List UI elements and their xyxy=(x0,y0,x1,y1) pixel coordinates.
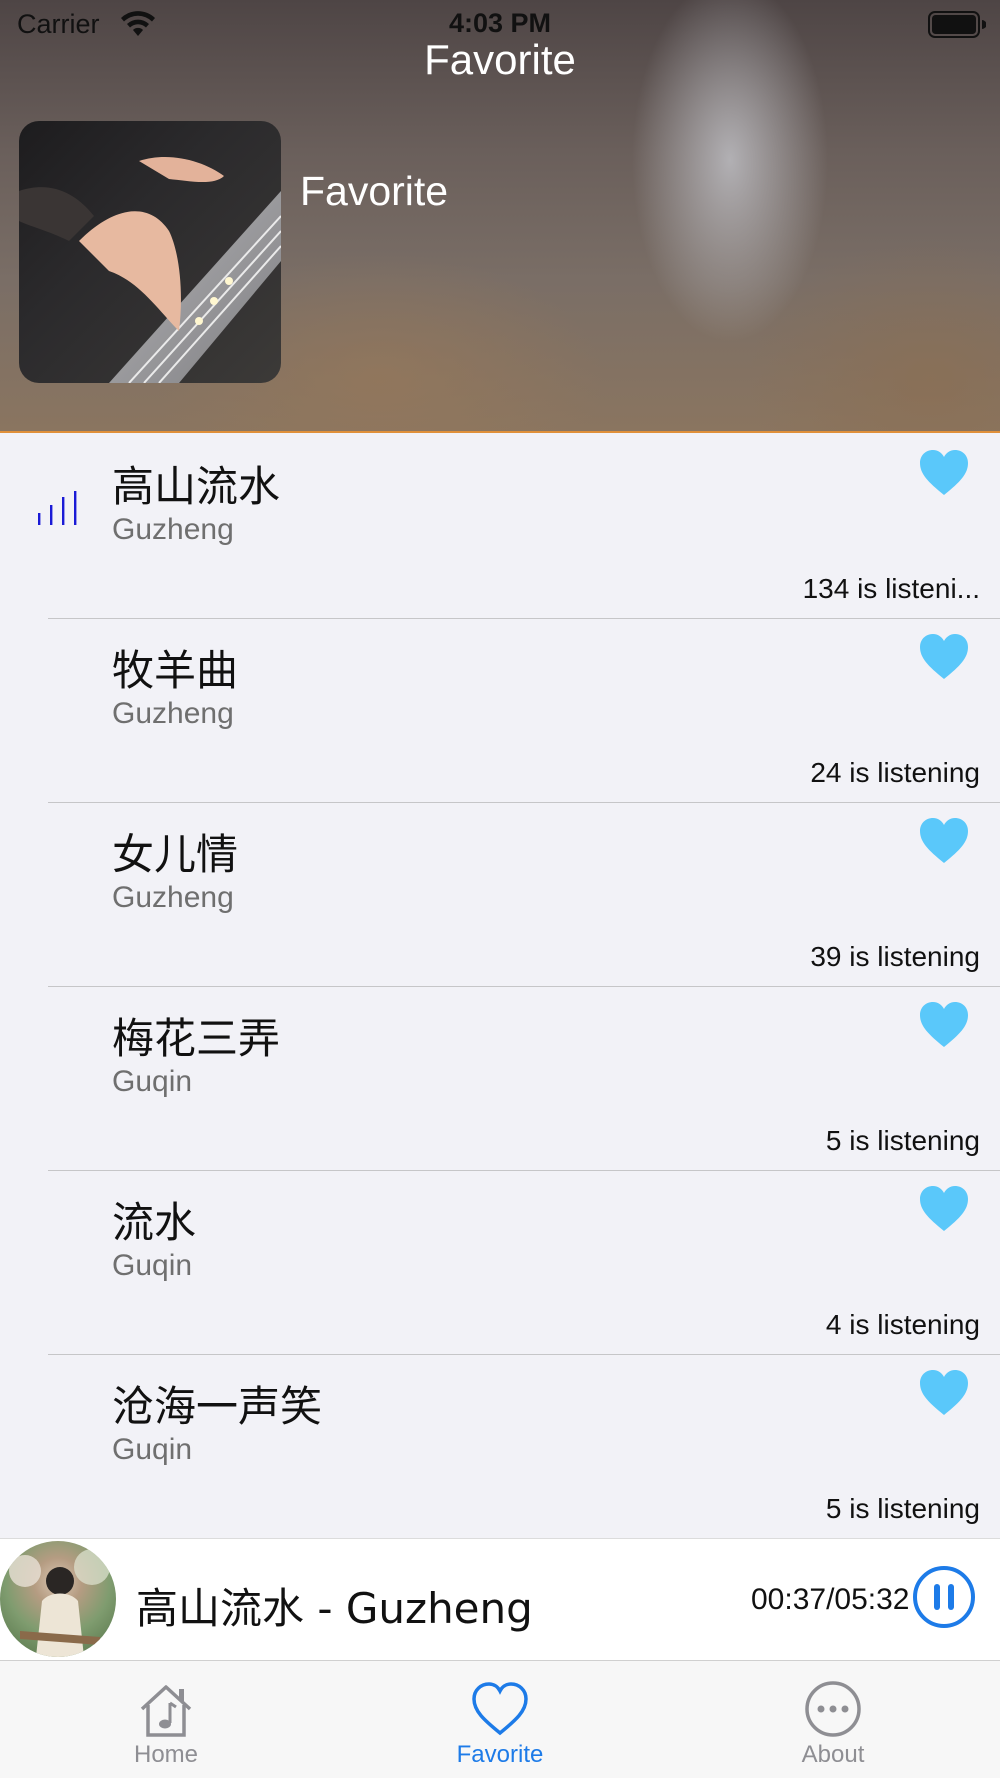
album-title: Favorite xyxy=(300,168,449,214)
listener-count: 4 is listening xyxy=(825,1309,980,1340)
heart-icon[interactable] xyxy=(918,631,970,683)
song-row[interactable]: 沧海一声笑 Guqin 5 is listening xyxy=(0,1355,1000,1539)
tab-favorite[interactable]: Favorite xyxy=(400,1661,600,1778)
song-row[interactable]: 梅花三弄 Guqin 5 is listening xyxy=(0,987,1000,1171)
song-artist: Guqin xyxy=(112,1065,193,1098)
tab-label: About xyxy=(801,1741,865,1768)
song-list: 高山流水 Guzheng 134 is listeni... 牧羊曲 Guzhe… xyxy=(0,435,1000,1539)
song-title: 梅花三弄 xyxy=(112,1014,281,1063)
house-music-icon xyxy=(140,1685,192,1737)
listener-count: 134 is listeni... xyxy=(802,573,980,604)
tab-about[interactable]: About xyxy=(733,1661,933,1778)
song-title: 高山流水 xyxy=(112,462,281,511)
listener-count: 5 is listening xyxy=(825,1493,980,1524)
tab-home[interactable]: Home xyxy=(66,1661,266,1778)
mini-player[interactable]: 高山流水 - Guzheng 00:37/05:32 xyxy=(0,1538,1000,1660)
album-cover-image xyxy=(19,121,281,383)
nav-title: Favorite xyxy=(424,36,576,83)
ellipsis-circle-icon xyxy=(805,1681,861,1737)
song-title: 流水 xyxy=(112,1198,197,1247)
heart-icon[interactable] xyxy=(918,815,970,867)
song-title: 牧羊曲 xyxy=(112,646,239,695)
song-row[interactable]: 高山流水 Guzheng 134 is listeni... xyxy=(0,435,1000,619)
pause-button[interactable] xyxy=(912,1565,976,1629)
now-playing-artwork xyxy=(0,1541,116,1657)
song-artist: Guqin xyxy=(112,1433,193,1466)
heart-icon[interactable] xyxy=(918,1367,970,1419)
song-artist: Guzheng xyxy=(112,697,234,730)
heart-icon xyxy=(472,1682,528,1736)
listener-count: 5 is listening xyxy=(825,1125,980,1156)
song-title: 女儿情 xyxy=(112,830,239,879)
status-time: 4:03 PM xyxy=(448,8,552,38)
now-playing-bars-icon xyxy=(38,491,77,525)
tab-label: Home xyxy=(133,1741,199,1768)
song-title: 沧海一声笑 xyxy=(112,1382,323,1431)
listener-count: 24 is listening xyxy=(810,757,980,788)
header: Carrier 4:03 PM Favorite Favorite xyxy=(0,0,1000,433)
battery-icon xyxy=(928,11,986,38)
listener-count: 39 is listening xyxy=(810,941,980,972)
song-artist: Guzheng xyxy=(112,881,234,914)
heart-icon[interactable] xyxy=(918,999,970,1051)
song-row[interactable]: 流水 Guqin 4 is listening xyxy=(0,1171,1000,1355)
heart-icon[interactable] xyxy=(918,1183,970,1235)
song-artist: Guzheng xyxy=(112,513,234,546)
song-row[interactable]: 女儿情 Guzheng 39 is listening xyxy=(0,803,1000,987)
heart-icon[interactable] xyxy=(918,447,970,499)
tab-label: Favorite xyxy=(456,1741,544,1768)
song-row[interactable]: 牧羊曲 Guzheng 24 is listening xyxy=(0,619,1000,803)
song-artist: Guqin xyxy=(112,1249,193,1282)
now-playing-title: 高山流水 - Guzheng xyxy=(136,1584,533,1633)
tab-bar: Home Favorite About xyxy=(0,1660,1000,1778)
playback-time: 00:37/05:32 xyxy=(751,1583,910,1616)
